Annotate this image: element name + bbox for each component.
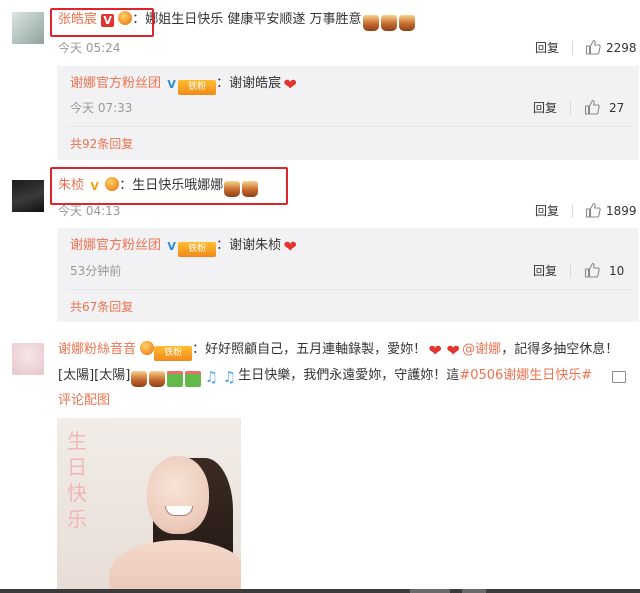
comment-line: 评论配图 [58,391,110,411]
hashtag-link[interactable]: #0506谢娜生日快乐# [459,368,592,383]
medal-icon [140,341,155,355]
gift-emoji-icon: g [167,371,184,387]
comment-text: ：好好照顧自己，五月連軸錄製，愛妳！ [192,342,427,357]
scrollbar-segment [410,589,450,593]
divider [570,101,571,115]
cake-emoji-icon: c [380,15,397,31]
fan-badge: 铁粉 [178,242,217,257]
reply-button[interactable]: 回复 [533,263,557,279]
heart-emoji-icon: ❤ [446,341,460,360]
photo-shoulder [109,540,241,593]
photo-face [147,456,209,534]
timestamp: 今天 04:13 [58,204,121,218]
like-count: 27 [609,101,625,115]
username[interactable]: 谢娜粉絲音音 [58,342,136,357]
comment-text: 生日快樂，我們永遠愛妳，守護妳！這 [238,368,460,383]
heart-emoji-icon: ❤ [283,237,297,256]
reply-button[interactable]: 回复 [533,100,557,116]
timestamp: 今天 05:24 [58,41,121,55]
reply-text: ：谢谢皓宸 [216,76,282,91]
cake-emoji-icon: c [131,371,148,387]
highlight-box [50,167,288,205]
username[interactable]: 谢娜官方粉丝团 [70,76,161,91]
comment-text: ：娜姐生日快乐 健康平安顺遂 万事胜意 [132,12,362,27]
divider [66,289,631,290]
comment-line: [太陽][太陽]ccgg♫♫生日快樂，我們永遠愛妳，守護妳！這#0506谢娜生日… [58,366,592,387]
gift-emoji-icon: g [185,371,202,387]
mention-link[interactable]: @谢娜 [462,342,501,357]
like-count: 10 [609,264,625,278]
image-icon[interactable] [612,371,626,383]
comment-text: ，記得多抽空休息！ [501,342,619,357]
like-count: 1899 [606,204,637,218]
thumbs-up-icon[interactable] [584,99,600,115]
fan-badge: 铁粉 [178,80,217,95]
like-count: 2298 [606,41,637,55]
sun-emoji-text: [太陽][太陽] [58,368,131,383]
timestamp: 53分钟前 [70,264,122,278]
more-replies-link[interactable]: 共67条回复 [70,299,133,315]
avatar[interactable] [12,180,44,212]
timestamp: 今天 07:33 [70,101,133,115]
comment-line: 谢娜粉絲音音 铁粉 ：好好照顧自己，五月連軸錄製，愛妳！ ❤ ❤ @谢娜，記得多抽空休息… [58,340,618,361]
cake-emoji-icon: c [362,15,379,31]
verified-blue-icon: V [167,78,176,91]
thumbs-up-icon[interactable] [585,202,601,218]
divider [572,204,573,218]
comment-picture-link[interactable]: 评论配图 [58,393,110,408]
reply-line: 谢娜官方粉丝团 V 铁粉 ：谢谢皓宸 ❤ [70,74,299,95]
divider [572,41,573,55]
username[interactable]: 谢娜官方粉丝团 [70,238,161,253]
reply-text: ：谢谢朱桢 [216,238,282,253]
heart-emoji-icon: ❤ [283,75,297,94]
cake-emoji-icon: c [149,371,166,387]
scrollbar-segment [462,589,486,593]
photo-calligraphy: 生日快乐 [67,429,87,531]
avatar[interactable] [12,343,44,375]
fan-badge: 铁粉 [154,346,193,361]
comment-photo[interactable]: 生日快乐 [57,418,241,593]
thumbs-up-icon[interactable] [585,39,601,55]
music-note-icon: ♫ [204,368,219,386]
divider [66,126,631,127]
reply-line: 谢娜官方粉丝团 V 铁粉 ：谢谢朱桢 ❤ [70,236,299,257]
divider [570,264,571,278]
avatar[interactable] [12,12,44,44]
more-replies-link[interactable]: 共92条回复 [70,136,133,152]
highlight-box [50,8,154,37]
cake-emoji-icon: c [398,15,415,31]
music-note-icon: ♫ [222,368,237,386]
thumbs-up-icon[interactable] [584,262,600,278]
reply-button[interactable]: 回复 [535,203,559,219]
reply-button[interactable]: 回复 [535,40,559,56]
heart-emoji-icon: ❤ [428,341,442,360]
verified-blue-icon: V [167,240,176,253]
horizontal-scrollbar[interactable] [0,589,640,593]
